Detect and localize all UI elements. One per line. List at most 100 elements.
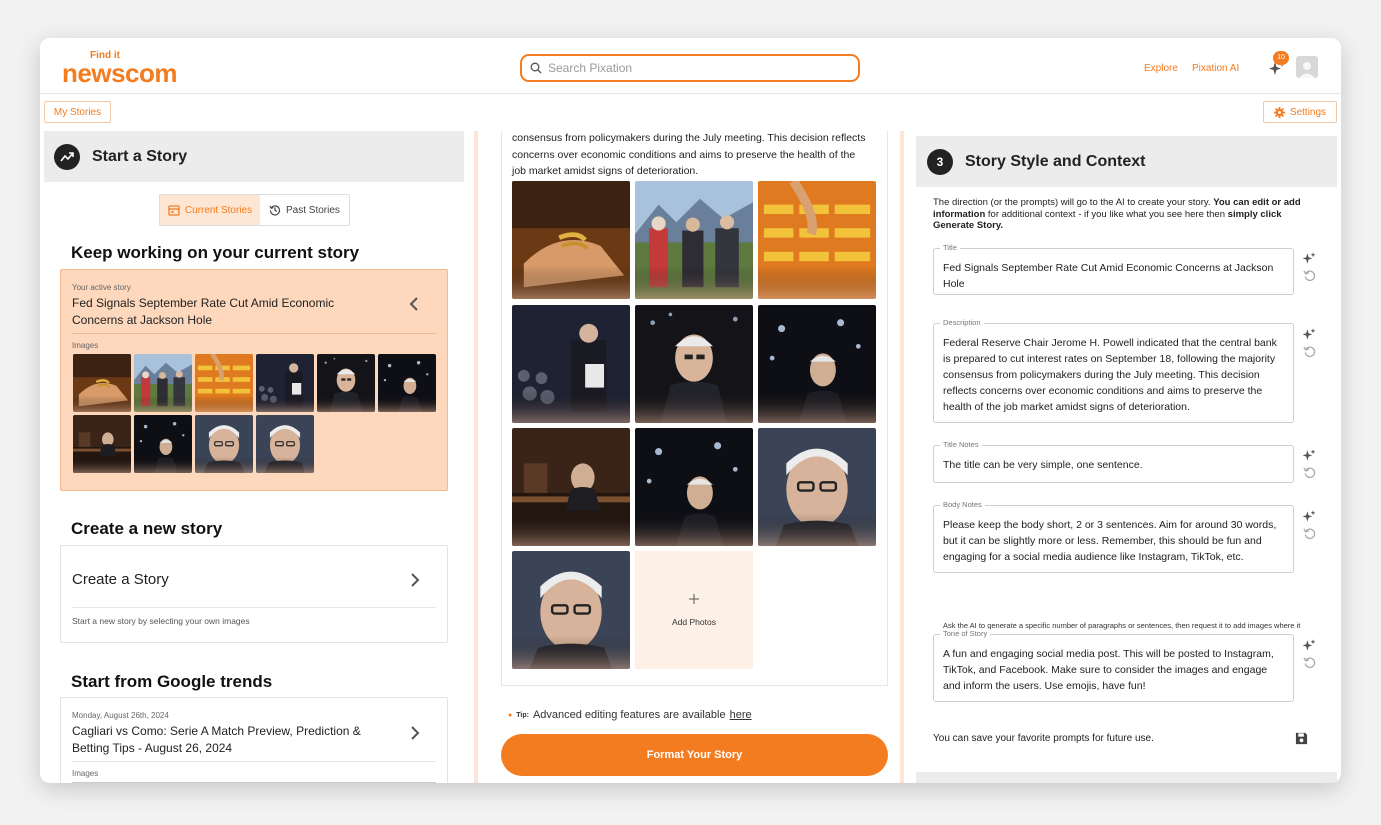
active-images-label: Images (72, 341, 99, 350)
tone-field-label: Tone of Story (940, 629, 991, 638)
title-field-label: Title (940, 243, 960, 252)
title-notes-field[interactable]: Title Notes The title can be very simple… (933, 440, 1294, 483)
search-icon (530, 62, 542, 74)
user-avatar[interactable] (1296, 56, 1318, 78)
story-thumbnail[interactable] (195, 415, 253, 473)
active-story-card[interactable]: Your active story Fed Signals September … (60, 269, 448, 491)
app-window: Find it newscom Explore Pixation AI 10 M… (40, 38, 1341, 783)
search-input[interactable] (548, 61, 838, 75)
undo-icon[interactable] (1302, 466, 1316, 479)
story-photo[interactable] (635, 181, 753, 299)
title-field[interactable]: Title Fed Signals September Rate Cut Ami… (933, 243, 1294, 295)
description-field-value[interactable]: Federal Reserve Chair Jerome H. Powell i… (934, 324, 1293, 423)
story-thumbnail[interactable] (378, 354, 436, 412)
my-stories-button[interactable]: My Stories (44, 101, 111, 123)
newscom-logo[interactable]: Find it newscom (60, 50, 190, 88)
save-icon[interactable] (1295, 732, 1308, 745)
google-trends-heading: Start from Google trends (71, 672, 273, 691)
story-photo[interactable] (512, 181, 630, 299)
undo-icon[interactable] (1302, 345, 1316, 358)
chevron-right-icon[interactable] (410, 726, 420, 740)
tab-current-stories[interactable]: Current Stories (160, 195, 260, 225)
nav-pixation-ai-link[interactable]: Pixation AI (1192, 63, 1239, 74)
story-thumbnail[interactable] (256, 354, 314, 412)
active-story-title: Fed Signals September Rate Cut Amid Econ… (72, 296, 335, 327)
nav-explore-link[interactable]: Explore (1144, 63, 1178, 74)
user-icon (1299, 62, 1315, 78)
tip-row: ● Tip: Advanced editing features are ava… (508, 709, 752, 721)
intro-text-a: The direction (or the prompts) will go t… (933, 197, 1211, 208)
top-header: Find it newscom Explore Pixation AI 10 (40, 38, 1341, 94)
title-field-value[interactable]: Fed Signals September Rate Cut Amid Econ… (934, 249, 1293, 300)
history-icon (269, 205, 281, 216)
story-style-panel: 3 Story Style and Context The direction … (916, 136, 1337, 783)
story-thumbnail[interactable] (73, 415, 131, 473)
tip-here-link[interactable]: here (730, 709, 752, 721)
story-thumbnail[interactable] (317, 354, 375, 412)
create-story-card[interactable]: Create a Story Start a new story by sele… (60, 545, 448, 643)
body-notes-value[interactable]: Please keep the body short, 2 or 3 sente… (934, 506, 1293, 573)
title-field-actions (1301, 250, 1317, 282)
title-notes-label: Title Notes (940, 440, 982, 449)
ai-sparkle-icon[interactable] (1301, 637, 1317, 653)
trend-date: Monday, August 26th, 2024 (72, 711, 169, 720)
story-photo[interactable] (512, 428, 630, 546)
step-number: 3 (927, 148, 953, 175)
settings-label: Settings (1289, 106, 1327, 118)
story-style-header: 3 Story Style and Context (916, 136, 1337, 187)
start-story-title: Start a Story (92, 147, 188, 165)
ai-sparkle-icon[interactable] (1301, 250, 1317, 266)
description-field[interactable]: Description Federal Reserve Chair Jerome… (933, 318, 1294, 423)
story-thumbnail[interactable] (256, 415, 314, 473)
tip-label: Tip: (516, 711, 529, 719)
story-photo[interactable] (512, 305, 630, 423)
tab-past-stories[interactable]: Past Stories (260, 195, 349, 225)
tab-current-label: Current Stories (184, 204, 253, 216)
trend-story-card[interactable]: Monday, August 26th, 2024 Cagliari vs Co… (60, 697, 448, 783)
body-notes-field[interactable]: Body Notes Please keep the body short, 2… (933, 500, 1294, 573)
tab-past-label: Past Stories (286, 204, 340, 216)
plus-icon (689, 594, 699, 604)
format-story-button[interactable]: Format Your Story (501, 734, 888, 776)
start-story-header: Start a Story (44, 131, 464, 182)
notification-badge: 10 (1273, 51, 1289, 65)
ai-sparkle-icon[interactable] (1301, 447, 1317, 463)
undo-icon[interactable] (1302, 656, 1316, 669)
story-photo[interactable] (635, 305, 753, 423)
create-new-heading: Create a new story (71, 519, 223, 538)
description-field-actions (1301, 326, 1317, 358)
story-thumbnail[interactable] (134, 354, 192, 412)
search-box[interactable] (520, 54, 860, 82)
story-thumbnail[interactable] (134, 415, 192, 473)
start-story-panel: Start a Story Current Stories Past Stori… (44, 131, 464, 783)
add-photos-tile[interactable]: Add Photos (635, 551, 753, 669)
story-photo[interactable] (635, 428, 753, 546)
ai-sparkle-icon[interactable] (1301, 326, 1317, 342)
tone-field-actions (1301, 637, 1317, 669)
ai-sparkle-icon[interactable] (1301, 508, 1317, 524)
logo-wordmark: newscom (62, 58, 178, 88)
chevron-right-icon[interactable] (410, 573, 420, 587)
story-photo[interactable] (758, 428, 876, 546)
story-thumbnail[interactable] (195, 354, 253, 412)
undo-icon[interactable] (1302, 527, 1316, 540)
story-photo[interactable] (758, 305, 876, 423)
gear-icon (1273, 106, 1285, 118)
title-notes-value[interactable]: The title can be very simple, one senten… (934, 446, 1293, 481)
story-photo[interactable] (758, 181, 876, 299)
title-notes-actions (1301, 447, 1317, 479)
active-story-label: Your active story (72, 283, 131, 292)
story-style-title: Story Style and Context (965, 152, 1146, 170)
chevron-left-icon[interactable] (408, 297, 420, 311)
tone-field[interactable]: Tone of Story A fun and engaging social … (933, 629, 1294, 702)
undo-icon[interactable] (1302, 269, 1316, 282)
tone-field-value[interactable]: A fun and engaging social media post. Th… (934, 635, 1293, 702)
story-photo[interactable] (512, 551, 630, 669)
trend-images-label: Images (72, 769, 99, 778)
settings-button[interactable]: Settings (1263, 101, 1337, 123)
story-thumbnail[interactable] (73, 354, 131, 412)
next-section-strip (916, 772, 1337, 783)
description-field-label: Description (940, 318, 984, 327)
keep-working-heading: Keep working on your current story (71, 243, 360, 262)
save-prompts-row: You can save your favorite prompts for f… (933, 732, 1308, 745)
